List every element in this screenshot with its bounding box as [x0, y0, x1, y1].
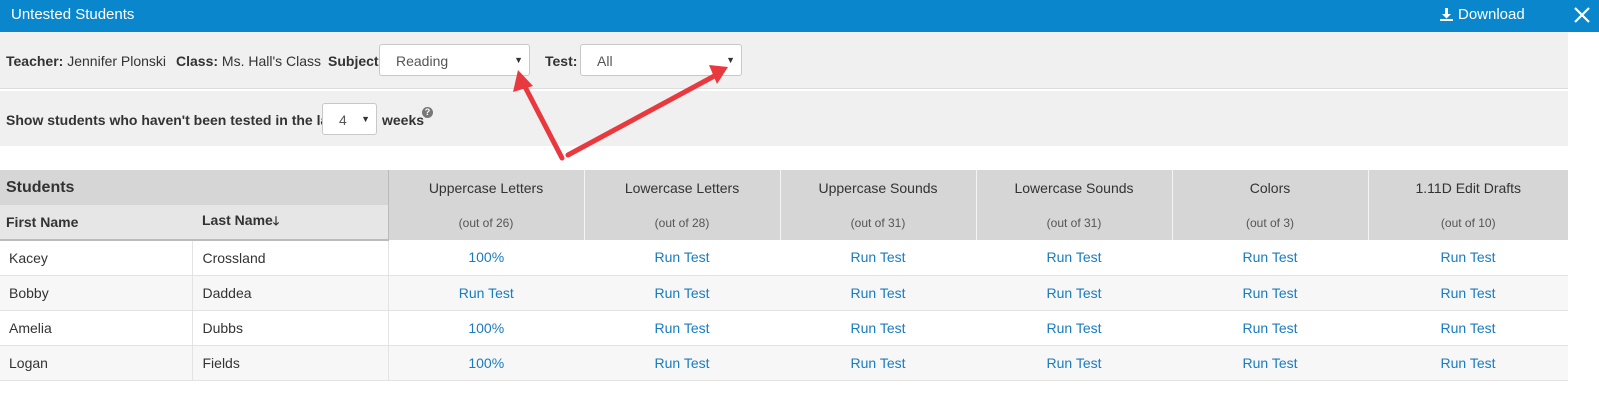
table-row: Amelia Dubbs 100% Run Test Run Test Run … [0, 310, 1569, 346]
first-name-header[interactable]: First Name [0, 205, 192, 241]
score-link[interactable]: 100% [388, 345, 585, 381]
column-header: Uppercase Letters (out of 26) [387, 170, 585, 240]
run-test-link[interactable]: Run Test [976, 240, 1173, 276]
class-label: Class: [176, 53, 219, 69]
run-test-link[interactable]: Run Test [780, 310, 977, 346]
window-title: Untested Students [11, 6, 135, 23]
help-icon[interactable]: ? [422, 107, 433, 118]
close-icon[interactable] [1573, 6, 1591, 24]
run-test-link[interactable]: Run Test [1172, 275, 1369, 311]
run-test-link[interactable]: Run Test [976, 275, 1173, 311]
column-header: Colors (out of 3) [1171, 170, 1369, 240]
run-test-link[interactable]: Run Test [1368, 275, 1569, 311]
run-test-link[interactable]: Run Test [780, 345, 977, 381]
first-name-cell: Kacey [0, 240, 193, 276]
chevron-down-icon: ▼ [361, 114, 370, 124]
teacher-value: Jennifer Plonski [67, 53, 167, 69]
chevron-down-icon: ▼ [514, 55, 523, 65]
weeks-select-value: 4 [339, 112, 347, 128]
run-test-link[interactable]: Run Test [780, 240, 977, 276]
score-link[interactable]: 100% [388, 310, 585, 346]
last-name-cell: Dubbs [192, 310, 389, 346]
last-name-header[interactable]: Last Name🡓 [192, 205, 389, 241]
run-test-link[interactable]: Run Test [1368, 240, 1569, 276]
weeks-filter-bar: Show students who haven't been tested in… [0, 91, 1568, 146]
column-header: Lowercase Letters (out of 28) [583, 170, 781, 240]
table-row: Logan Fields 100% Run Test Run Test Run … [0, 345, 1569, 381]
subject-select[interactable]: Reading ▼ [379, 44, 530, 76]
run-test-link[interactable]: Run Test [1172, 345, 1369, 381]
teacher-filter: Teacher: Jennifer Plonski [6, 53, 166, 69]
column-header: Uppercase Sounds (out of 31) [779, 170, 977, 240]
run-test-link[interactable]: Run Test [584, 240, 781, 276]
column-header: Lowercase Sounds (out of 31) [975, 170, 1173, 240]
score-link[interactable]: 100% [388, 240, 585, 276]
column-header: 1.11D Edit Drafts (out of 10) [1367, 170, 1569, 240]
sort-arrow-down-icon: 🡓 [272, 213, 280, 228]
weeks-suffix: weeks [382, 112, 425, 128]
filter-bar: Teacher: Jennifer Plonski Class: Ms. Hal… [0, 32, 1568, 89]
weeks-select[interactable]: 4 ▼ [322, 103, 377, 135]
class-filter: Class: Ms. Hall's Class [176, 53, 321, 69]
run-test-link[interactable]: Run Test [1368, 345, 1569, 381]
run-test-link[interactable]: Run Test [1368, 310, 1569, 346]
run-test-link[interactable]: Run Test [976, 345, 1173, 381]
teacher-label: Teacher: [6, 53, 64, 69]
students-group-header: Students [0, 170, 389, 205]
download-label: Download [1458, 6, 1525, 23]
run-test-link[interactable]: Run Test [1172, 310, 1369, 346]
run-test-link[interactable]: Run Test [1172, 240, 1369, 276]
run-test-link[interactable]: Run Test [780, 275, 977, 311]
run-test-link[interactable]: Run Test [584, 275, 781, 311]
subject-select-value: Reading [396, 53, 449, 69]
class-value: Ms. Hall's Class [221, 53, 322, 69]
subject-label: Subject: [328, 53, 384, 69]
first-name-cell: Bobby [0, 275, 193, 311]
test-select[interactable]: All ▼ [580, 44, 742, 76]
run-test-link[interactable]: Run Test [584, 345, 781, 381]
download-button[interactable]: Download [1440, 6, 1525, 23]
test-label: Test: [545, 53, 578, 69]
chevron-down-icon: ▼ [726, 55, 735, 65]
test-select-value: All [597, 53, 613, 69]
run-test-link[interactable]: Run Test [388, 275, 585, 311]
window-title-bar: Untested Students Download [0, 0, 1599, 32]
untested-students-table: Students Uppercase Letters (out of 26) Lo… [0, 170, 1569, 381]
run-test-link[interactable]: Run Test [976, 310, 1173, 346]
run-test-link[interactable]: Run Test [584, 310, 781, 346]
table-row: Kacey Crossland 100% Run Test Run Test R… [0, 240, 1569, 276]
last-name-cell: Crossland [192, 240, 389, 276]
last-name-cell: Fields [192, 345, 389, 381]
weeks-label: Show students who haven't been tested in… [6, 112, 346, 128]
download-icon [1440, 8, 1453, 21]
last-name-cell: Daddea [192, 275, 389, 311]
first-name-cell: Amelia [0, 310, 193, 346]
table-row: Bobby Daddea Run Test Run Test Run Test … [0, 275, 1569, 311]
first-name-cell: Logan [0, 345, 193, 381]
